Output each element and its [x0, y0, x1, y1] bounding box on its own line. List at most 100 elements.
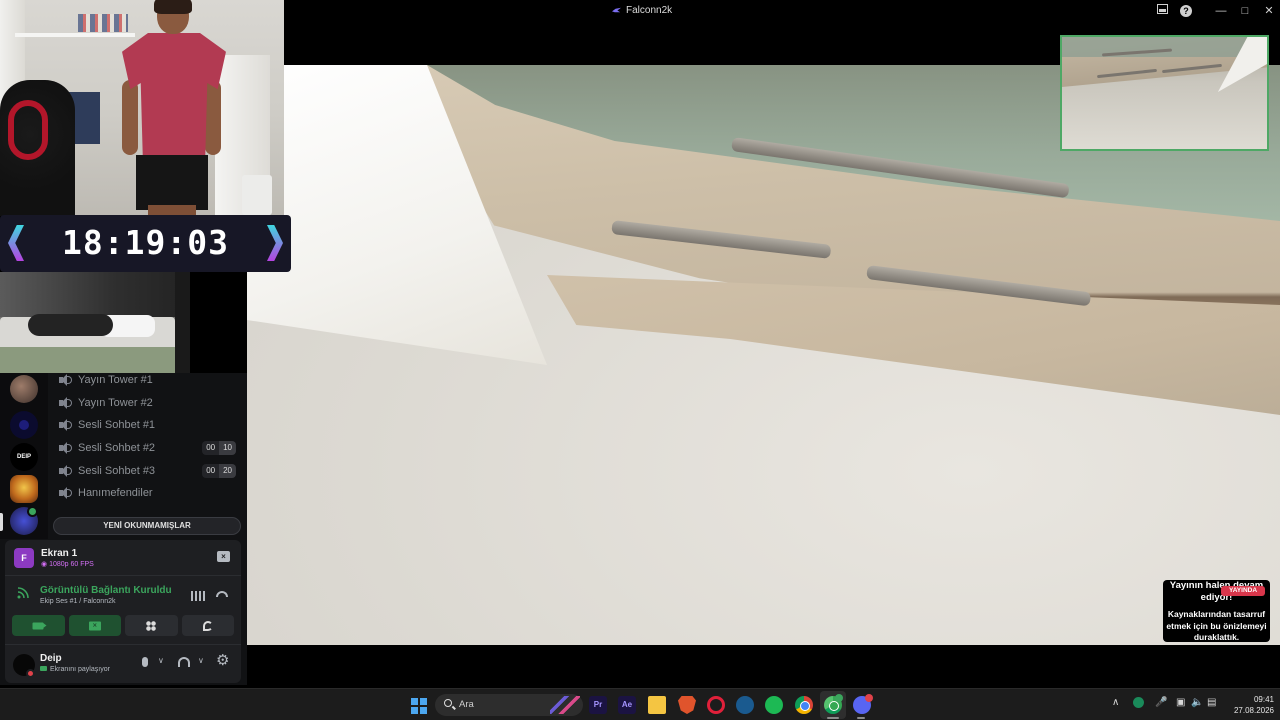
close-button[interactable]: ✕ — [1261, 3, 1277, 19]
server-deip[interactable]: DEIP — [10, 443, 38, 471]
live-badge: YAYINDA — [1221, 586, 1265, 596]
headphones-icon[interactable] — [178, 657, 190, 667]
server-avatar[interactable] — [10, 411, 38, 439]
chevron-down-icon[interactable]: ∨ — [158, 656, 164, 665]
search-icon — [444, 699, 452, 707]
activities-button[interactable] — [125, 615, 178, 636]
window-title: Falconn2k — [626, 5, 673, 16]
voice-actions: × — [12, 615, 234, 636]
file-explorer-icon[interactable] — [648, 696, 666, 714]
shelf-items — [78, 14, 128, 32]
voice-channel-sesli-sohbet-2[interactable]: Sesli Sohbet #2 00 10 — [58, 438, 242, 458]
premiere-pro-icon[interactable]: Pr — [589, 696, 607, 714]
stream-timer: 18:19:03 — [0, 215, 291, 272]
user-limit: 20 — [219, 464, 236, 478]
soundboard-icon — [202, 620, 213, 631]
stream-avatar: F — [14, 548, 34, 568]
screen: Falconn2k ? — □ ✕ 18:19:03 DEIP Yayın To… — [0, 0, 1280, 720]
self-preview[interactable] — [1060, 35, 1269, 151]
channel-label: Sesli Sohbet #2 — [78, 442, 156, 454]
spotify-icon[interactable] — [765, 696, 783, 714]
steam-icon[interactable] — [736, 696, 754, 714]
gaming-chair-accent — [8, 100, 48, 160]
server-avatar[interactable] — [10, 475, 38, 503]
activities-icon — [146, 620, 157, 631]
stop-stream-icon[interactable]: × — [217, 551, 230, 562]
screen-share-icon: × — [88, 621, 101, 630]
server-list: DEIP — [0, 373, 48, 539]
stream-view[interactable] — [247, 65, 1280, 645]
chrome-icon[interactable] — [795, 696, 813, 714]
title-bar — [284, 0, 1280, 22]
room-box — [242, 175, 272, 215]
running-indicator — [857, 717, 865, 719]
clock[interactable]: 09:41 27.08.2026 — [1222, 694, 1274, 716]
frame-edge — [175, 272, 190, 373]
voice-channel-path[interactable]: Ekip Ses #1 / Falconn2k — [40, 598, 116, 605]
voice-channel-sesli-sohbet-1[interactable]: Sesli Sohbet #1 — [58, 415, 242, 435]
brave-browser-icon[interactable] — [678, 696, 696, 714]
volume-icon[interactable]: 🔈 — [1191, 697, 1203, 708]
disconnect-icon[interactable] — [216, 591, 228, 597]
voice-status[interactable]: Görüntülü Bağlantı Kuruldu — [40, 585, 172, 596]
user-limit: 10 — [219, 441, 236, 455]
stream-card[interactable]: F Ekran 1 ◉ 1080p 60 FPS × — [5, 540, 241, 576]
battery-icon[interactable]: ▤ — [1207, 697, 1216, 708]
person-shorts — [136, 155, 208, 210]
server-avatar[interactable] — [10, 375, 38, 403]
voice-channel-yayin-tower-2[interactable]: Yayın Tower #2 — [58, 393, 242, 413]
notice-body: Kaynaklarından tasarruf etmek için bu ön… — [1166, 609, 1267, 642]
minimize-button[interactable]: — — [1213, 3, 1229, 19]
help-icon[interactable]: ? — [1178, 3, 1194, 19]
user-area: Deip Ekranını paylaşıyor ∨ ∨ ⚙ — [5, 644, 241, 682]
speaker-icon — [58, 397, 72, 409]
channel-label: Hanımefendiler — [78, 487, 153, 499]
microphone-icon[interactable] — [142, 657, 148, 667]
screen-icon[interactable] — [1154, 3, 1170, 19]
webcam-secondary — [0, 272, 190, 373]
new-unreads-button[interactable]: YENİ OKUNMAMIŞLAR — [53, 517, 241, 535]
gear-icon[interactable]: ⚙ — [216, 653, 229, 668]
windows-start-icon[interactable] — [411, 698, 427, 714]
room-wall — [0, 272, 190, 317]
person-hair — [154, 0, 192, 14]
channel-label: Sesli Sohbet #3 — [78, 465, 156, 477]
username[interactable]: Deip — [40, 653, 62, 664]
voice-channel-sesli-sohbet-3[interactable]: Sesli Sohbet #3 00 20 — [58, 461, 242, 481]
user-limit-badge: 00 20 — [202, 464, 236, 478]
after-effects-icon[interactable]: Ae — [618, 696, 636, 714]
voice-channel-yayin-tower-1[interactable]: Yayın Tower #1 — [58, 370, 242, 390]
chevron-down-icon[interactable]: ∨ — [198, 656, 204, 665]
chevron-up-icon[interactable]: ∧ — [1112, 697, 1119, 708]
video-camera-icon — [32, 622, 44, 629]
room-shelf — [15, 33, 135, 37]
opera-gx-icon[interactable] — [707, 696, 725, 714]
user-limit-badge: 00 10 — [202, 441, 236, 455]
maximize-button[interactable]: □ — [1237, 3, 1253, 19]
tray-app-icon[interactable] — [1133, 697, 1144, 708]
search-placeholder: Ara — [459, 699, 474, 710]
webcam-main — [0, 0, 284, 216]
camera-button[interactable] — [12, 615, 65, 636]
voice-channel-hanimefendiler[interactable]: Hanımefendiler — [58, 483, 242, 503]
search-box[interactable]: Ara — [435, 694, 583, 716]
stream-title: Ekran 1 — [41, 548, 78, 559]
network-icon[interactable]: ▣ — [1176, 697, 1185, 708]
sleeping-person — [28, 314, 113, 336]
stream-quality-text: 1080p 60 FPS — [49, 561, 94, 568]
user-activity: Ekranını paylaşıyor — [40, 666, 110, 673]
clock-time: 09:41 — [1253, 695, 1274, 704]
search-highlight-art — [550, 696, 580, 714]
soundboard-button[interactable] — [181, 615, 234, 636]
microphone-tray-icon[interactable]: 🎤 — [1155, 697, 1167, 708]
user-count: 00 — [202, 441, 220, 455]
signal-icon — [17, 586, 31, 600]
falcon-logo-icon — [612, 7, 621, 13]
server-indicator — [0, 513, 3, 531]
screen-share-button[interactable]: × — [68, 615, 121, 636]
voice-connection: Görüntülü Bağlantı Kuruldu Ekip Ses #1 /… — [5, 578, 241, 614]
noise-suppression-icon[interactable] — [191, 591, 205, 601]
notification-badge — [27, 506, 38, 517]
speaker-icon — [58, 487, 72, 499]
speaker-icon — [58, 442, 72, 454]
